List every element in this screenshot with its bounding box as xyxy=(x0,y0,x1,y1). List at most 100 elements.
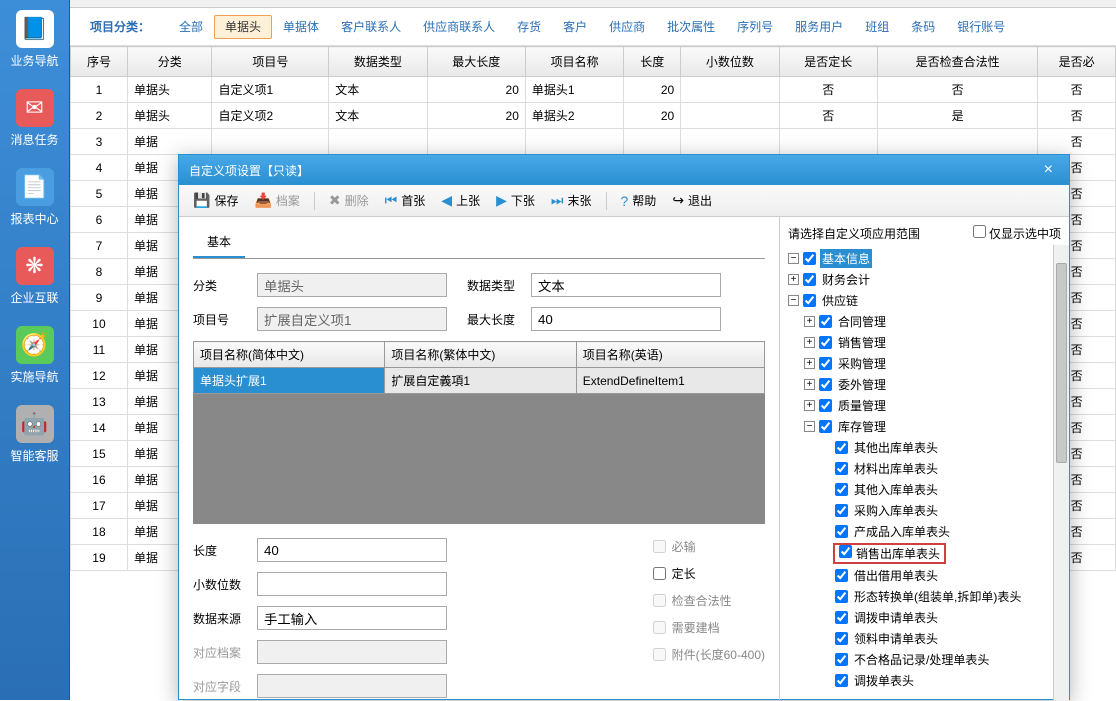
category-item[interactable]: 单据头 xyxy=(214,15,272,39)
category-item[interactable]: 供应商 xyxy=(598,15,656,39)
tree-leaf[interactable]: 领料申请单表头 xyxy=(852,629,940,648)
tree-check[interactable] xyxy=(835,462,848,475)
tree-node-sales[interactable]: 销售管理 xyxy=(836,333,888,352)
table-row[interactable]: 1单据头自定义项1文本20单据头120否否否 xyxy=(71,77,1116,103)
tree-node-outsource[interactable]: 委外管理 xyxy=(836,375,888,394)
tree-toggle-icon[interactable]: + xyxy=(804,400,815,411)
tree-check[interactable] xyxy=(835,590,848,603)
table-header[interactable]: 数据类型 xyxy=(329,47,427,77)
save-button[interactable]: 💾保存 xyxy=(187,189,244,212)
tree-check[interactable] xyxy=(819,399,832,412)
tree-leaf-sales-out[interactable]: 销售出库单表头 xyxy=(854,546,942,562)
tree-leaf[interactable]: 材料出库单表头 xyxy=(852,459,940,478)
check-valid[interactable] xyxy=(653,594,666,607)
tree-leaf[interactable]: 调拨申请单表头 xyxy=(852,608,940,627)
table-header[interactable]: 是否必 xyxy=(1038,47,1116,77)
check-archive[interactable] xyxy=(653,621,666,634)
tree-toggle-icon[interactable]: − xyxy=(788,295,799,306)
input-projnum[interactable] xyxy=(257,307,447,331)
tree-toggle-icon[interactable]: + xyxy=(804,337,815,348)
tree-leaf[interactable]: 形态转换单(组装单,拆卸单)表头 xyxy=(852,587,1023,606)
help-button[interactable]: ?帮助 xyxy=(615,189,663,212)
last-button[interactable]: ⏭末张 xyxy=(545,189,598,212)
tree-toggle-icon[interactable]: − xyxy=(804,421,815,432)
category-item[interactable]: 存货 xyxy=(506,15,552,39)
input-length[interactable] xyxy=(257,538,447,562)
category-item[interactable]: 银行账号 xyxy=(946,15,1016,39)
check-attach[interactable] xyxy=(653,648,666,661)
tree-check[interactable] xyxy=(835,674,848,687)
tree-leaf[interactable]: 调拨单表头 xyxy=(852,671,916,690)
category-item[interactable]: 条码 xyxy=(900,15,946,39)
input-source[interactable] xyxy=(257,606,447,630)
category-item[interactable]: 服务用户 xyxy=(784,15,854,39)
sidebar-item-5[interactable]: 🤖智能客服 xyxy=(0,395,69,474)
tree-leaf[interactable]: 不合格品记录/处理单表头 xyxy=(852,650,991,669)
tree-toggle-icon[interactable]: + xyxy=(804,358,815,369)
category-item[interactable]: 单据体 xyxy=(272,15,330,39)
tree-check[interactable] xyxy=(835,611,848,624)
table-header[interactable]: 是否检查合法性 xyxy=(877,47,1037,77)
table-header[interactable]: 序号 xyxy=(71,47,128,77)
tree-check[interactable] xyxy=(819,378,832,391)
input-category[interactable] xyxy=(257,273,447,297)
tree-check[interactable] xyxy=(803,273,816,286)
category-item[interactable]: 供应商联系人 xyxy=(412,15,506,39)
check-fixed[interactable] xyxy=(653,567,666,580)
delete-button[interactable]: ✖删除 xyxy=(323,189,375,212)
tree-check[interactable] xyxy=(819,336,832,349)
check-required[interactable] xyxy=(653,540,666,553)
table-header[interactable]: 长度 xyxy=(624,47,681,77)
prev-button[interactable]: ◀上张 xyxy=(435,189,486,212)
tree-toggle-icon[interactable]: + xyxy=(804,379,815,390)
tree-node-supply[interactable]: 供应链 xyxy=(820,291,860,310)
table-header[interactable]: 最大长度 xyxy=(427,47,525,77)
tree-leaf[interactable]: 借出借用单表头 xyxy=(852,566,940,585)
scrollbar-thumb[interactable] xyxy=(1056,263,1067,463)
tree-check[interactable] xyxy=(819,357,832,370)
show-only-checked[interactable]: 仅显示选中项 xyxy=(973,225,1061,242)
sidebar-item-2[interactable]: 📄报表中心 xyxy=(0,158,69,237)
sidebar-item-0[interactable]: 📘业务导航 xyxy=(0,0,69,79)
tree-check[interactable] xyxy=(803,252,816,265)
tree-node-inventory[interactable]: 库存管理 xyxy=(836,417,888,436)
table-header[interactable]: 小数位数 xyxy=(681,47,779,77)
close-icon[interactable]: × xyxy=(1038,161,1059,179)
input-decimals[interactable] xyxy=(257,572,447,596)
table-header[interactable]: 是否定长 xyxy=(779,47,877,77)
tree-check[interactable] xyxy=(835,483,848,496)
tree-check[interactable] xyxy=(835,441,848,454)
scope-tree[interactable]: − 基本信息 + 财务会计 − 供应链 + 合同管理 + 销售管理 + 采购管理 + 委外管理… xyxy=(788,248,1061,692)
tree-node-contract[interactable]: 合同管理 xyxy=(836,312,888,331)
tree-leaf[interactable]: 采购入库单表头 xyxy=(852,501,940,520)
tree-check[interactable] xyxy=(835,632,848,645)
tree-check[interactable] xyxy=(819,315,832,328)
tree-scrollbar[interactable] xyxy=(1053,245,1069,701)
tree-check[interactable] xyxy=(839,545,852,558)
exit-button[interactable]: ↪退出 xyxy=(666,189,718,212)
archive-button[interactable]: 📥档案 xyxy=(248,189,305,212)
tree-check[interactable] xyxy=(835,504,848,517)
sidebar-item-1[interactable]: ✉消息任务 xyxy=(0,79,69,158)
tree-check[interactable] xyxy=(835,525,848,538)
tree-node-basic[interactable]: 基本信息 xyxy=(820,249,872,268)
tree-node-finance[interactable]: 财务会计 xyxy=(820,270,872,289)
tree-toggle-icon[interactable]: + xyxy=(788,274,799,285)
tree-check[interactable] xyxy=(835,653,848,666)
tree-node-purchase[interactable]: 采购管理 xyxy=(836,354,888,373)
dialog-titlebar[interactable]: 自定义项设置【只读】 × xyxy=(179,155,1069,185)
tree-leaf[interactable]: 其他出库单表头 xyxy=(852,438,940,457)
tree-node-quality[interactable]: 质量管理 xyxy=(836,396,888,415)
input-maxlen[interactable] xyxy=(531,307,721,331)
table-header[interactable]: 分类 xyxy=(127,47,212,77)
category-item[interactable]: 序列号 xyxy=(726,15,784,39)
table-header[interactable]: 项目名称 xyxy=(525,47,623,77)
check-show-only[interactable] xyxy=(973,225,986,238)
tree-leaf[interactable]: 产成品入库单表头 xyxy=(852,522,952,541)
table-row[interactable]: 单据头扩展1 扩展自定義項1 ExtendDefineItem1 xyxy=(194,368,765,394)
first-button[interactable]: ⏮首张 xyxy=(379,189,432,212)
sidebar-item-4[interactable]: 🧭实施导航 xyxy=(0,316,69,395)
tree-check[interactable] xyxy=(803,294,816,307)
category-item[interactable]: 批次属性 xyxy=(656,15,726,39)
sidebar-item-3[interactable]: ❋企业互联 xyxy=(0,237,69,316)
